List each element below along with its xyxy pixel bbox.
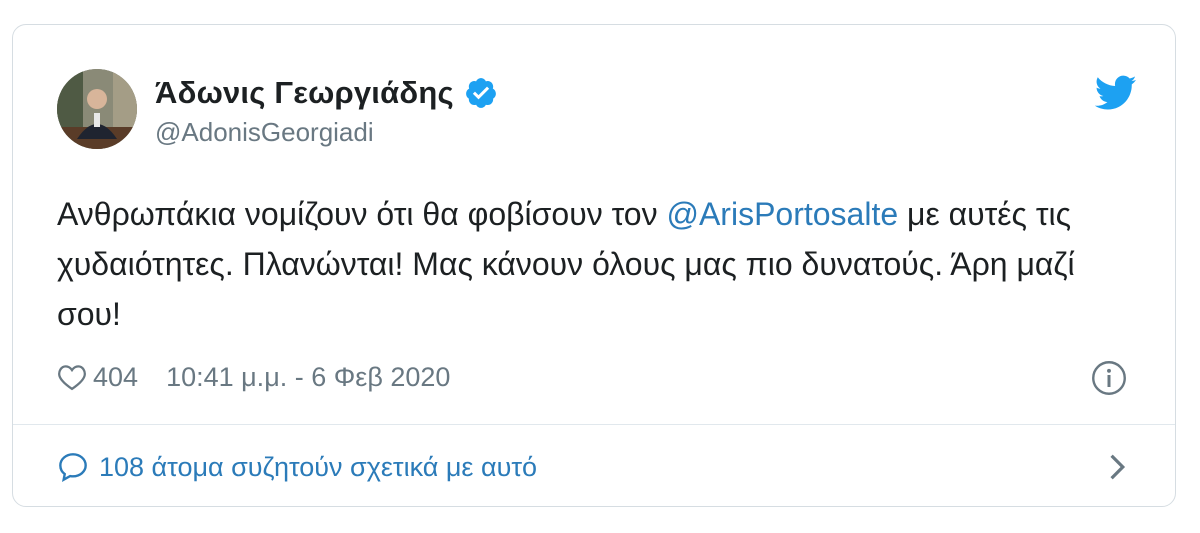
user-handle[interactable]: @AdonisGeorgiadi xyxy=(155,117,498,148)
tweet-header: Άδωνις Γεωργιάδης @AdonisGeorgiadi xyxy=(57,69,498,149)
discussion-label: 108 άτομα συζητούν σχετικά με αυτό xyxy=(99,451,538,482)
tweet-meta: 404 10:41 μ.μ. - 6 Φεβ 2020 xyxy=(57,357,450,397)
tweet-text: Ανθρωπάκια νομίζουν ότι θα φοβίσουν τον … xyxy=(57,189,1117,339)
avatar[interactable] xyxy=(57,69,137,149)
heart-icon[interactable] xyxy=(57,363,87,391)
mention-link[interactable]: @ArisPortosalte xyxy=(666,196,898,232)
name-row: Άδωνις Γεωργιάδης xyxy=(155,71,498,115)
avatar-image xyxy=(57,69,137,149)
speech-bubble-icon xyxy=(57,451,89,483)
chevron-right-icon[interactable] xyxy=(1105,451,1131,483)
like-count[interactable]: 404 xyxy=(93,362,138,393)
discussion-link[interactable]: 108 άτομα συζητούν σχετικά με αυτό xyxy=(57,445,1135,489)
divider xyxy=(13,424,1175,425)
info-icon[interactable] xyxy=(1091,360,1127,396)
tweet-text-part: Ανθρωπάκια νομίζουν ότι θα φοβίσουν τον xyxy=(57,196,667,232)
tweet-timestamp[interactable]: 10:41 μ.μ. - 6 Φεβ 2020 xyxy=(166,362,450,393)
tweet-card: Άδωνις Γεωργιάδης @AdonisGeorgiadi Ανθρω… xyxy=(12,24,1176,507)
twitter-bird-icon[interactable] xyxy=(1094,75,1137,111)
verified-badge-icon xyxy=(464,76,498,110)
display-name[interactable]: Άδωνις Γεωργιάδης xyxy=(155,75,454,111)
user-names: Άδωνις Γεωργιάδης @AdonisGeorgiadi xyxy=(155,71,498,148)
